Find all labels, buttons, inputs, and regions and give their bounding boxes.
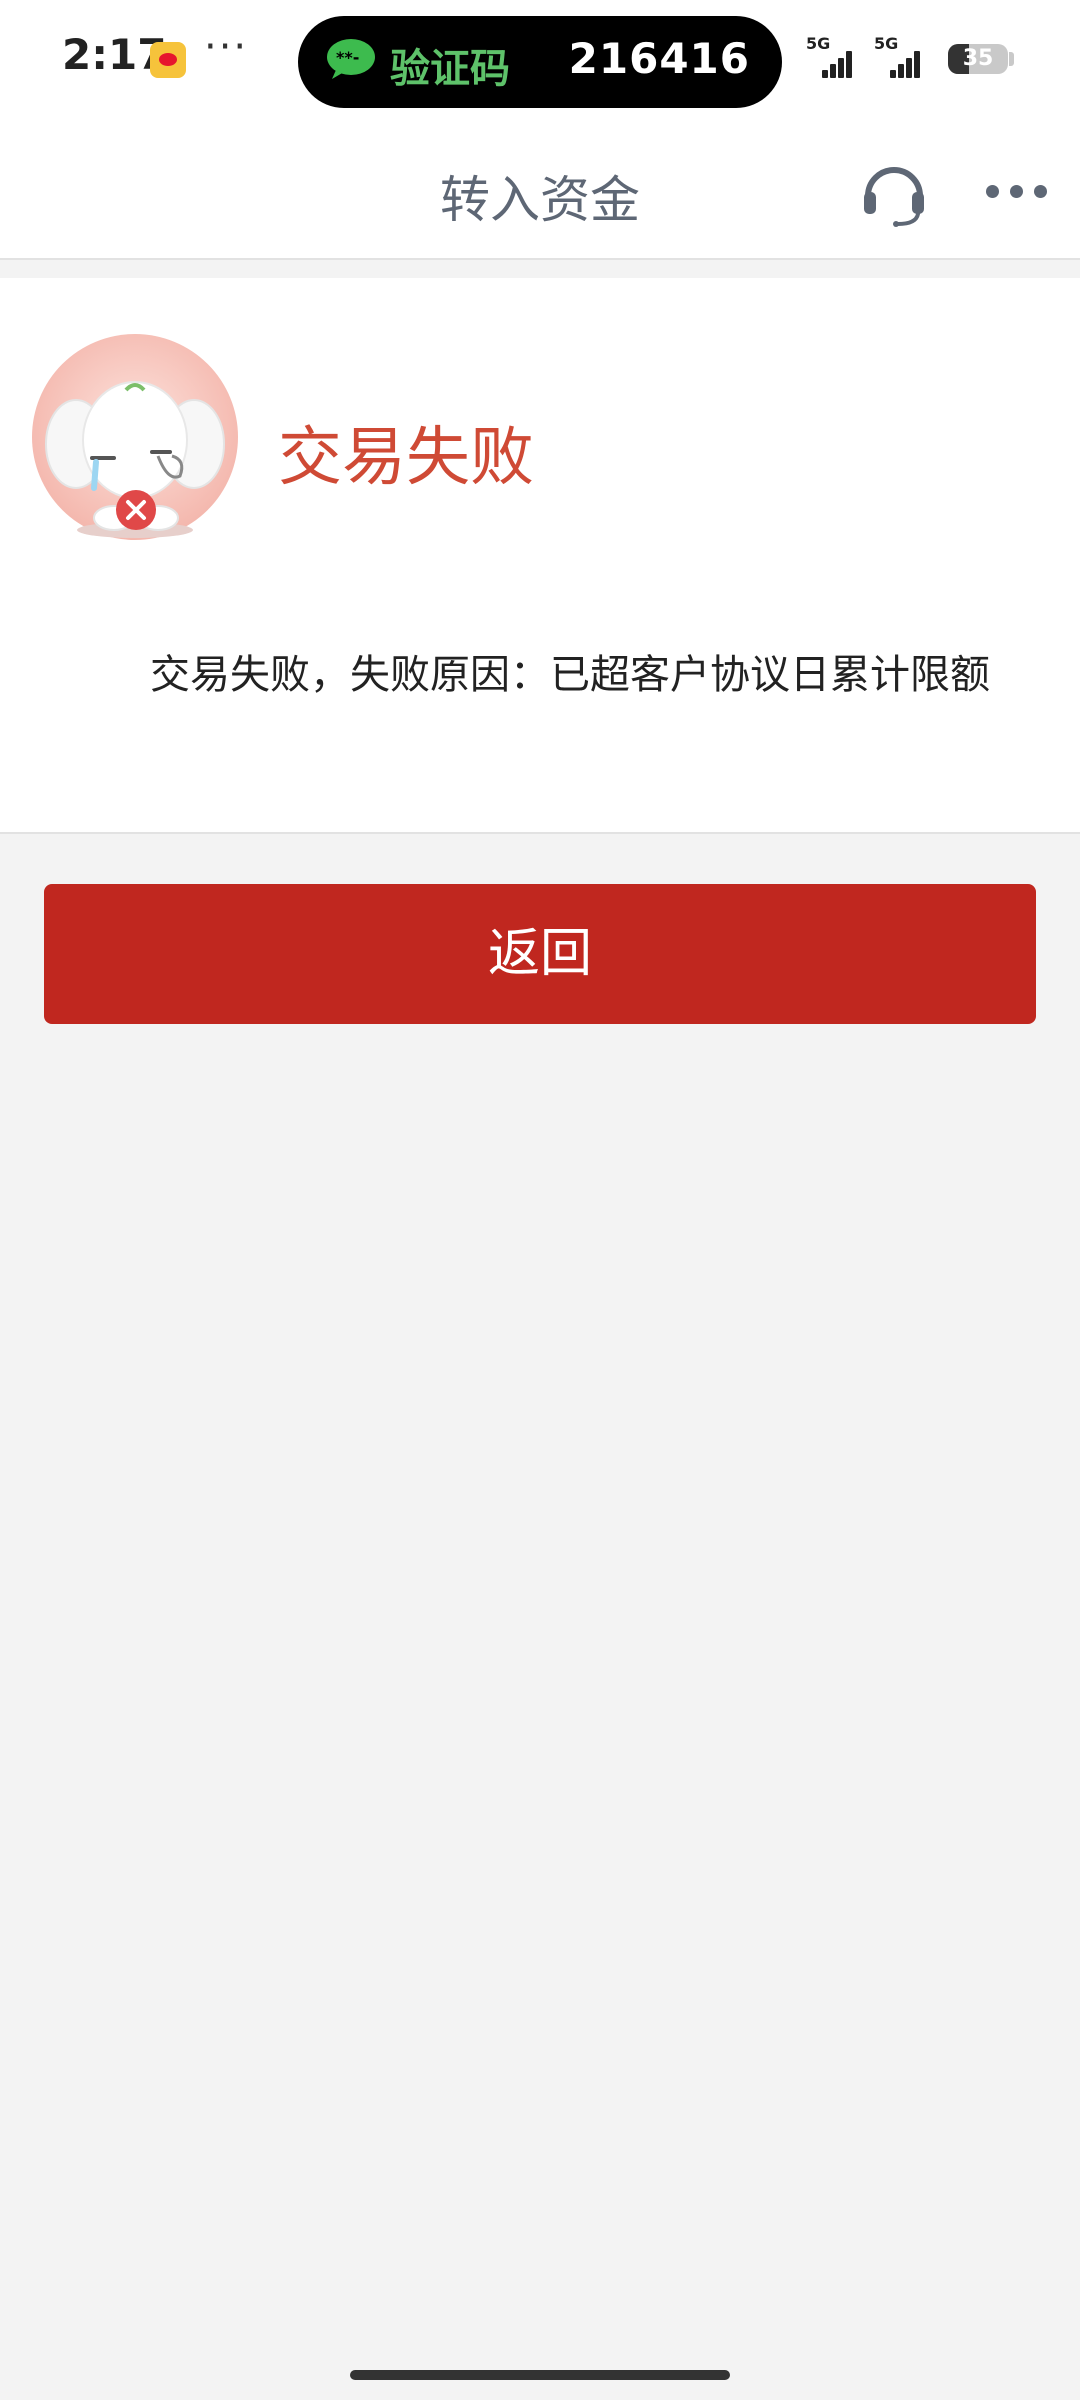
result-card: 交易失败 交易失败，失败原因：已超客户协议日累计限额 (0, 278, 1080, 834)
home-indicator[interactable] (350, 2370, 730, 2380)
sms-verification-code: 216416 (568, 34, 750, 83)
result-message: 交易失败，失败原因：已超客户协议日累计限额 (150, 652, 990, 698)
nav-bar: 转入资金 (0, 122, 1080, 260)
more-dots-icon[interactable] (984, 180, 1048, 204)
crying-elephant-error-icon (32, 334, 238, 540)
sms-code-notification[interactable]: **- 验证码 216416 (298, 16, 782, 108)
weibo-icon (150, 42, 186, 78)
svg-text:**-: **- (336, 48, 359, 67)
battery-level: 35 (962, 46, 994, 71)
battery-icon: 35 (948, 44, 1008, 74)
back-button[interactable]: 返回 (44, 884, 1036, 1024)
status-overflow-icon: ··· (204, 24, 249, 70)
customer-service-icon[interactable] (858, 156, 930, 228)
status-bar: 2:17 ··· **- 验证码 216416 5G 5G 35 (0, 0, 1080, 122)
battery-tip (1009, 52, 1014, 66)
result-title: 交易失败 (278, 421, 534, 495)
sms-label: 验证码 (390, 46, 510, 92)
signal-5g-sim2-icon: 5G (874, 34, 926, 78)
signal-5g-sim1-icon: 5G (806, 34, 858, 78)
message-icon: **- (327, 39, 375, 79)
